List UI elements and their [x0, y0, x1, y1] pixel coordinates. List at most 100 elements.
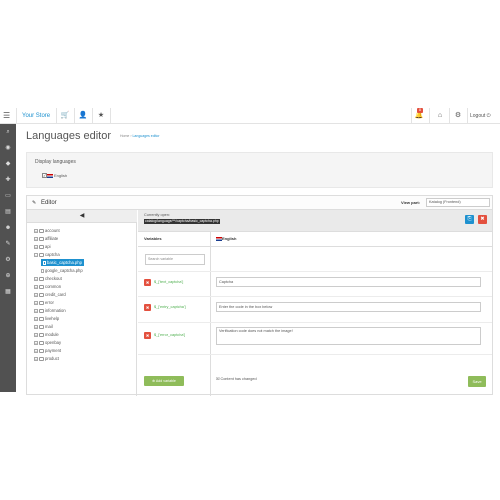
current-file-bar: Currently open: catalog/language/**/capt… — [138, 210, 492, 232]
expand-icon[interactable]: + — [34, 228, 38, 233]
english-checkbox-label: English — [54, 173, 68, 178]
variable-value-input[interactable]: Captcha — [216, 277, 481, 287]
folder-icon — [39, 316, 44, 321]
remove-variable-button[interactable]: ✖ — [144, 304, 151, 311]
expand-icon[interactable]: + — [34, 284, 38, 289]
tree-node-label: api — [45, 244, 51, 249]
tree-folder[interactable]: + livehelp — [34, 315, 59, 322]
divider — [74, 108, 75, 124]
tree-folder[interactable]: + product — [34, 355, 59, 362]
content-changed-checkbox[interactable]: ☒ Content has changed — [216, 376, 257, 382]
reports-icon[interactable]: ▦ — [3, 287, 13, 297]
extensions-icon[interactable]: ✚ — [3, 175, 13, 185]
breadcrumb-home[interactable]: Home — [120, 134, 129, 138]
divider — [110, 108, 111, 124]
variable-value-input[interactable]: Verification code does not match the ima… — [216, 327, 481, 345]
tree-node-label: payment — [45, 348, 62, 353]
save-button[interactable]: Save — [468, 376, 486, 387]
tree-folder[interactable]: + module — [34, 331, 59, 338]
tree-folder[interactable]: + credit_card — [34, 291, 66, 298]
expand-icon[interactable]: + — [34, 324, 38, 329]
expand-icon[interactable]: + — [34, 332, 38, 337]
file-icon — [41, 268, 44, 273]
remove-variable-button[interactable]: ✖ — [144, 332, 151, 339]
sales-icon[interactable]: ▤ — [3, 207, 13, 217]
folder-icon — [39, 356, 44, 361]
variables-column-header: Variables — [144, 236, 162, 241]
marketing-icon[interactable]: ✎ — [3, 239, 13, 249]
dashboard-icon[interactable]: ◉ — [3, 143, 13, 153]
store-brand-link[interactable]: Your Store — [22, 111, 50, 121]
editor-title: Editor — [41, 200, 57, 206]
expand-icon[interactable]: + — [34, 244, 38, 249]
breadcrumb-current[interactable]: Languages editor — [132, 134, 159, 138]
view-part-label: View part: — [401, 200, 421, 205]
tree-folder[interactable]: + openbay — [34, 339, 61, 346]
copy-button[interactable]: ⎘ — [465, 215, 474, 224]
main-content: Languages editor Home › Languages editor… — [16, 124, 500, 396]
expand-icon[interactable]: + — [34, 316, 38, 321]
folder-icon — [39, 340, 44, 345]
divider — [138, 322, 492, 323]
tree-folder[interactable]: + mail — [34, 323, 53, 330]
expand-icon[interactable]: + — [34, 308, 38, 313]
divider — [467, 108, 468, 124]
cart-icon[interactable]: 🛒 — [60, 111, 70, 121]
variable-value-input[interactable]: Enter the code in the box below — [216, 302, 481, 312]
tree-folder[interactable]: + information — [34, 307, 66, 314]
tree-folder[interactable]: + api — [34, 243, 51, 250]
tree-folder[interactable]: + account — [34, 227, 60, 234]
star-icon[interactable]: ★ — [96, 111, 106, 121]
expand-icon[interactable]: + — [34, 300, 38, 305]
close-file-button[interactable]: ✖ — [478, 215, 487, 224]
collapse-icon[interactable]: − — [34, 252, 38, 257]
tree-node-label: affiliate — [45, 236, 59, 241]
design-icon[interactable]: ▭ — [3, 191, 13, 201]
expand-icon[interactable]: + — [34, 292, 38, 297]
currently-open-path: catalog/language/**/captcha/basic_captch… — [144, 219, 220, 224]
notification-badge: 8 — [417, 108, 423, 113]
search-icon[interactable]: ⌕ — [3, 127, 13, 137]
folder-icon — [39, 236, 44, 241]
divider — [138, 296, 492, 297]
tree-node-label: checkout — [45, 276, 62, 281]
expand-icon[interactable]: + — [34, 276, 38, 281]
tree-folder[interactable]: + payment — [34, 347, 61, 354]
system-icon[interactable]: ⊕ — [3, 271, 13, 281]
divider — [56, 108, 57, 124]
variables-editor: Currently open: catalog/language/**/capt… — [138, 210, 492, 396]
expand-icon[interactable]: + — [34, 236, 38, 241]
folder-icon — [39, 252, 44, 257]
tree-folder[interactable]: + common — [34, 283, 61, 290]
expand-icon[interactable]: + — [34, 356, 38, 361]
expand-icon[interactable]: + — [34, 340, 38, 345]
folder-icon — [39, 228, 44, 233]
settings-icon[interactable]: ⚙ — [3, 255, 13, 265]
support-icon[interactable]: ⚙ — [453, 111, 463, 121]
user-icon[interactable]: 👤 — [78, 111, 88, 121]
home-icon[interactable]: ⌂ — [435, 111, 445, 121]
tree-folder[interactable]: + checkout — [34, 275, 62, 282]
search-variable-input[interactable]: Search variable — [145, 254, 205, 265]
tree-file[interactable]: basic_captcha.php — [41, 259, 84, 266]
folder-icon — [39, 300, 44, 305]
folder-icon — [39, 292, 44, 297]
customers-icon[interactable]: ☻ — [3, 223, 13, 233]
remove-variable-button[interactable]: ✖ — [144, 279, 151, 286]
menu-toggle-icon[interactable]: ☰ — [3, 111, 13, 121]
collapse-tree-button[interactable]: ◀ — [27, 210, 137, 223]
tree-folder[interactable]: − captcha — [34, 251, 60, 258]
display-languages-label: Display languages — [35, 159, 76, 165]
catalog-icon[interactable]: ◆ — [3, 159, 13, 169]
breadcrumb: Home › Languages editor — [120, 133, 160, 139]
tree-node-label: livehelp — [45, 316, 60, 321]
view-part-select[interactable]: Katalog (Frontend) — [426, 198, 490, 207]
tree-folder[interactable]: + error — [34, 299, 54, 306]
add-variable-button[interactable]: ⊕ Add variable — [144, 376, 184, 386]
logout-link[interactable]: Logout ⏻ — [470, 111, 491, 121]
expand-icon[interactable]: + — [34, 348, 38, 353]
tree-folder[interactable]: + affiliate — [34, 235, 58, 242]
tree-file[interactable]: google_captcha.php — [41, 267, 83, 274]
divider — [411, 108, 412, 124]
sidebar: ⌕ ◉ ◆ ✚ ▭ ▤ ☻ ✎ ⚙ ⊕ ▦ — [0, 124, 16, 392]
